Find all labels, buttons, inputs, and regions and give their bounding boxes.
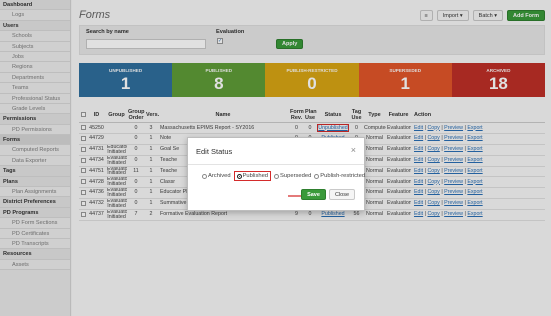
radio-button[interactable] — [314, 173, 320, 179]
modal-divider — [188, 164, 364, 165]
radio-button[interactable] — [236, 173, 242, 179]
save-button[interactable]: Save — [301, 189, 326, 200]
radio-publish-restricted[interactable]: Publish-restricted — [314, 173, 365, 179]
modal-title: Edit Status — [196, 147, 233, 156]
radio-published[interactable]: Published — [233, 171, 272, 181]
modal-footer: Save Close — [301, 189, 355, 200]
status-options: Archived Published Superseded Publish-restr… — [202, 171, 365, 181]
radio-label: Archived — [208, 173, 231, 179]
radio-label: Superseded — [280, 173, 312, 179]
close-icon[interactable]: × — [351, 145, 356, 155]
radio-superseded[interactable]: Superseded — [274, 173, 311, 179]
radio-button[interactable] — [274, 173, 280, 179]
close-button[interactable]: Close — [328, 189, 355, 200]
radio-label: Published — [242, 173, 269, 179]
edit-status-modal: Edit Status × Archived Published Supersede… — [187, 137, 365, 211]
radio-label: Publish-restricted — [320, 173, 366, 179]
radio-archived[interactable]: Archived — [202, 173, 231, 179]
radio-button[interactable] — [202, 173, 207, 179]
